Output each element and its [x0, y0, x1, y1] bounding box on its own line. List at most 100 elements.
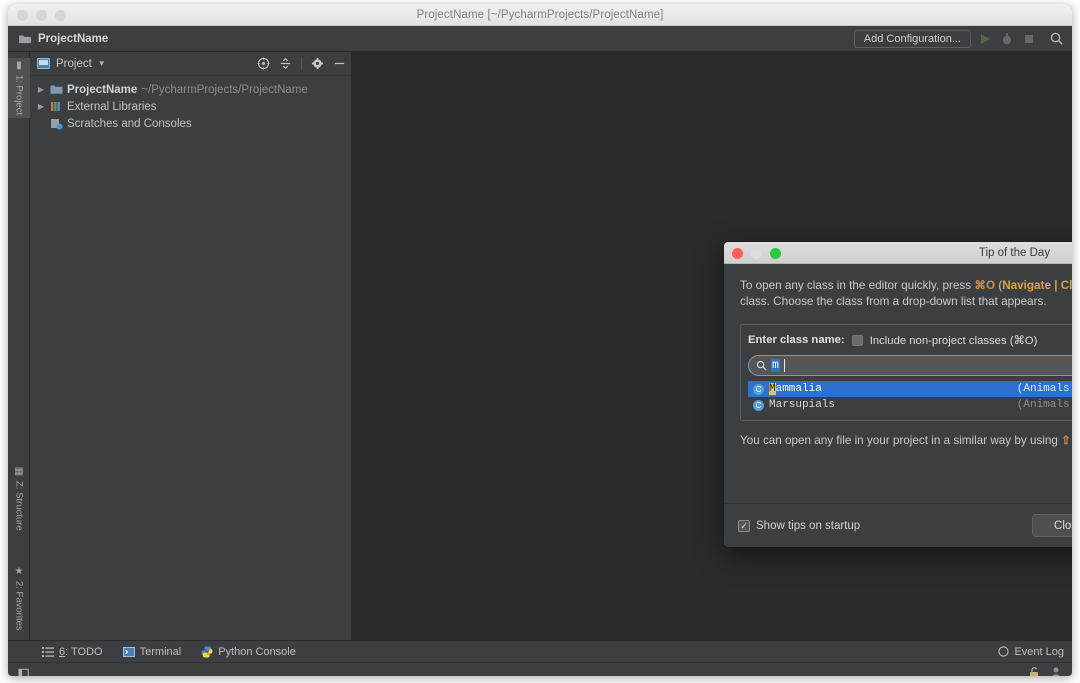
left-tool-strip: ▮ 1: Project ▦ Z: Structure ★ 2: Favorit… [8, 52, 30, 640]
project-tool-window: Project ▼ [30, 52, 352, 640]
class-badge-icon: C [753, 400, 764, 411]
class-chooser-mock: Enter class name: Include non-project cl… [740, 324, 1072, 421]
expand-arrow-icon[interactable]: ▶ [36, 85, 46, 94]
chevron-down-icon[interactable]: ▼ [98, 59, 106, 68]
tip-text-a: To open any class in the editor quickly,… [740, 279, 974, 292]
toolbar-divider [301, 57, 302, 70]
tab-todo-label: 6: TODO [59, 646, 103, 658]
class-badge-icon: C [753, 384, 764, 395]
dialog-maximize-button[interactable] [770, 248, 781, 259]
tab-python-console-label: Python Console [218, 646, 296, 658]
sidebar-item-structure[interactable]: ▦ Z: Structure [8, 464, 30, 534]
sidebar-item-favorites-label: 2: Favorites [14, 581, 25, 631]
show-tips-label: Show tips on startup [756, 520, 860, 532]
result-package: (Animals.Mammals) [1017, 399, 1072, 411]
close-button[interactable]: Close [1032, 514, 1072, 537]
tree-node-name: External Libraries [67, 101, 156, 113]
result-name: Mammalia [769, 383, 822, 395]
event-log-icon [998, 646, 1009, 657]
dialog-content: To open any class in the editor quickly,… [724, 264, 1072, 503]
dialog-titlebar: Tip of the Day [724, 242, 1072, 264]
tab-python-console[interactable]: Python Console [201, 646, 296, 658]
text-caret [784, 359, 785, 372]
os-titlebar: ProjectName [~/PycharmProjects/ProjectNa… [8, 4, 1072, 26]
ide-body: ▮ 1: Project ▦ Z: Structure ★ 2: Favorit… [8, 52, 1072, 640]
shortcut-command-o: ⌘O [974, 279, 995, 292]
pycharm-window: ProjectName [~/PycharmProjects/ProjectNa… [8, 4, 1072, 676]
run-icon[interactable] [977, 31, 993, 47]
tree-row[interactable]: Scratches and Consoles [30, 115, 351, 132]
window-title: ProjectName [~/PycharmProjects/ProjectNa… [8, 4, 1072, 26]
tree-node-name: Scratches and Consoles [67, 118, 192, 130]
unlocked-padlock-icon[interactable] [1028, 666, 1040, 676]
search-everywhere-icon[interactable] [1049, 31, 1064, 46]
breadcrumb-project-label: ProjectName [38, 33, 108, 45]
expand-arrow-icon[interactable]: ▶ [36, 102, 46, 111]
tab-todo[interactable]: 6: TODO [42, 646, 103, 658]
terminal-icon [123, 647, 135, 657]
sidebar-item-structure-label: Z: Structure [14, 481, 25, 531]
window-close-button[interactable] [17, 10, 28, 21]
sidebar-item-favorites[interactable]: ★ 2: Favorites [8, 564, 30, 634]
list-item[interactable]: C Marsupials (Animals.Mammals) [748, 397, 1072, 413]
collapse-all-icon[interactable] [279, 57, 292, 70]
result-package: (Animals.Mammals) [1017, 383, 1072, 395]
locate-icon[interactable] [257, 57, 270, 70]
window-maximize-button[interactable] [55, 10, 66, 21]
class-result-list[interactable]: C Mammalia (Animals.Mammals) C Marsupial… [748, 381, 1072, 413]
checkbox-checked-icon: ✓ [738, 520, 750, 532]
tip-paragraph-1: To open any class in the editor quickly,… [740, 278, 1072, 310]
show-tips-on-startup-checkbox[interactable]: ✓ Show tips on startup [738, 520, 860, 532]
tab-event-log[interactable]: Event Log [998, 646, 1064, 658]
user-silhouette-icon[interactable] [1050, 666, 1062, 676]
breadcrumb[interactable]: ProjectName [18, 33, 108, 45]
toggle-tool-window-icon[interactable] [18, 667, 30, 677]
todo-text: : TODO [65, 646, 103, 658]
libraries-icon [50, 101, 63, 112]
tree-row[interactable]: ▶ External Libraries [30, 98, 351, 115]
result-name-rest: ammalia [776, 383, 822, 395]
window-minimize-button[interactable] [36, 10, 47, 21]
status-bar-right [1028, 666, 1062, 676]
toolbar-actions: Add Configuration... [854, 30, 1066, 48]
bottom-tool-bar: 6: TODO Terminal Python Console Event Lo… [8, 640, 1072, 662]
sidebar-item-project[interactable]: ▮ 1: Project [8, 58, 30, 118]
editor-area[interactable]: Tip of the Day To open any class in the … [352, 52, 1072, 640]
tab-terminal-label: Terminal [140, 646, 182, 658]
debug-icon[interactable] [999, 31, 1015, 47]
tree-node-name: ProjectName [67, 84, 137, 96]
folder-icon [50, 84, 63, 95]
dialog-traffic-lights[interactable] [732, 248, 781, 259]
chooser-header: Enter class name: Include non-project cl… [748, 331, 1072, 349]
stop-icon[interactable] [1021, 31, 1037, 47]
dialog-close-button[interactable] [732, 248, 743, 259]
search-icon [756, 360, 767, 371]
project-panel-header: Project ▼ [30, 52, 351, 76]
structure-icon: ▦ [14, 467, 23, 477]
tree-node-path: ~/PycharmProjects/ProjectName [141, 84, 308, 96]
project-folder-icon: ▮ [16, 61, 22, 71]
tree-row[interactable]: ▶ ProjectName ~/PycharmProjects/ProjectN… [30, 81, 351, 98]
result-name: Marsupials [769, 399, 835, 411]
star-icon: ★ [15, 567, 24, 577]
settings-gear-icon[interactable] [311, 57, 324, 70]
project-tree: ▶ ProjectName ~/PycharmProjects/ProjectN… [30, 76, 351, 132]
dialog-buttons: Close Previous Tip Next Tip [1032, 514, 1072, 537]
list-item[interactable]: C Mammalia (Animals.Mammals) [748, 381, 1072, 397]
menu-path-navigate-class: Navigate | Class [1002, 279, 1072, 292]
class-search-value: m [771, 359, 780, 372]
result-match-highlight: M [769, 383, 776, 395]
tab-terminal[interactable]: Terminal [123, 646, 182, 658]
window-traffic-lights[interactable] [17, 10, 66, 21]
status-bar [8, 662, 1072, 676]
ide-toolbar: ProjectName Add Configuration... [8, 26, 1072, 52]
dialog-minimize-button[interactable] [751, 248, 762, 259]
tip2-text-a: You can open any file in your project in… [740, 434, 1061, 447]
include-non-project-checkbox[interactable] [852, 335, 863, 346]
tip-paragraph-2: You can open any file in your project in… [740, 433, 1072, 449]
class-search-input[interactable]: m [748, 355, 1072, 376]
project-window-icon [37, 58, 50, 69]
add-configuration-button[interactable]: Add Configuration... [854, 30, 971, 48]
hide-minimize-icon[interactable] [333, 57, 346, 70]
tab-event-log-label: Event Log [1014, 646, 1064, 658]
